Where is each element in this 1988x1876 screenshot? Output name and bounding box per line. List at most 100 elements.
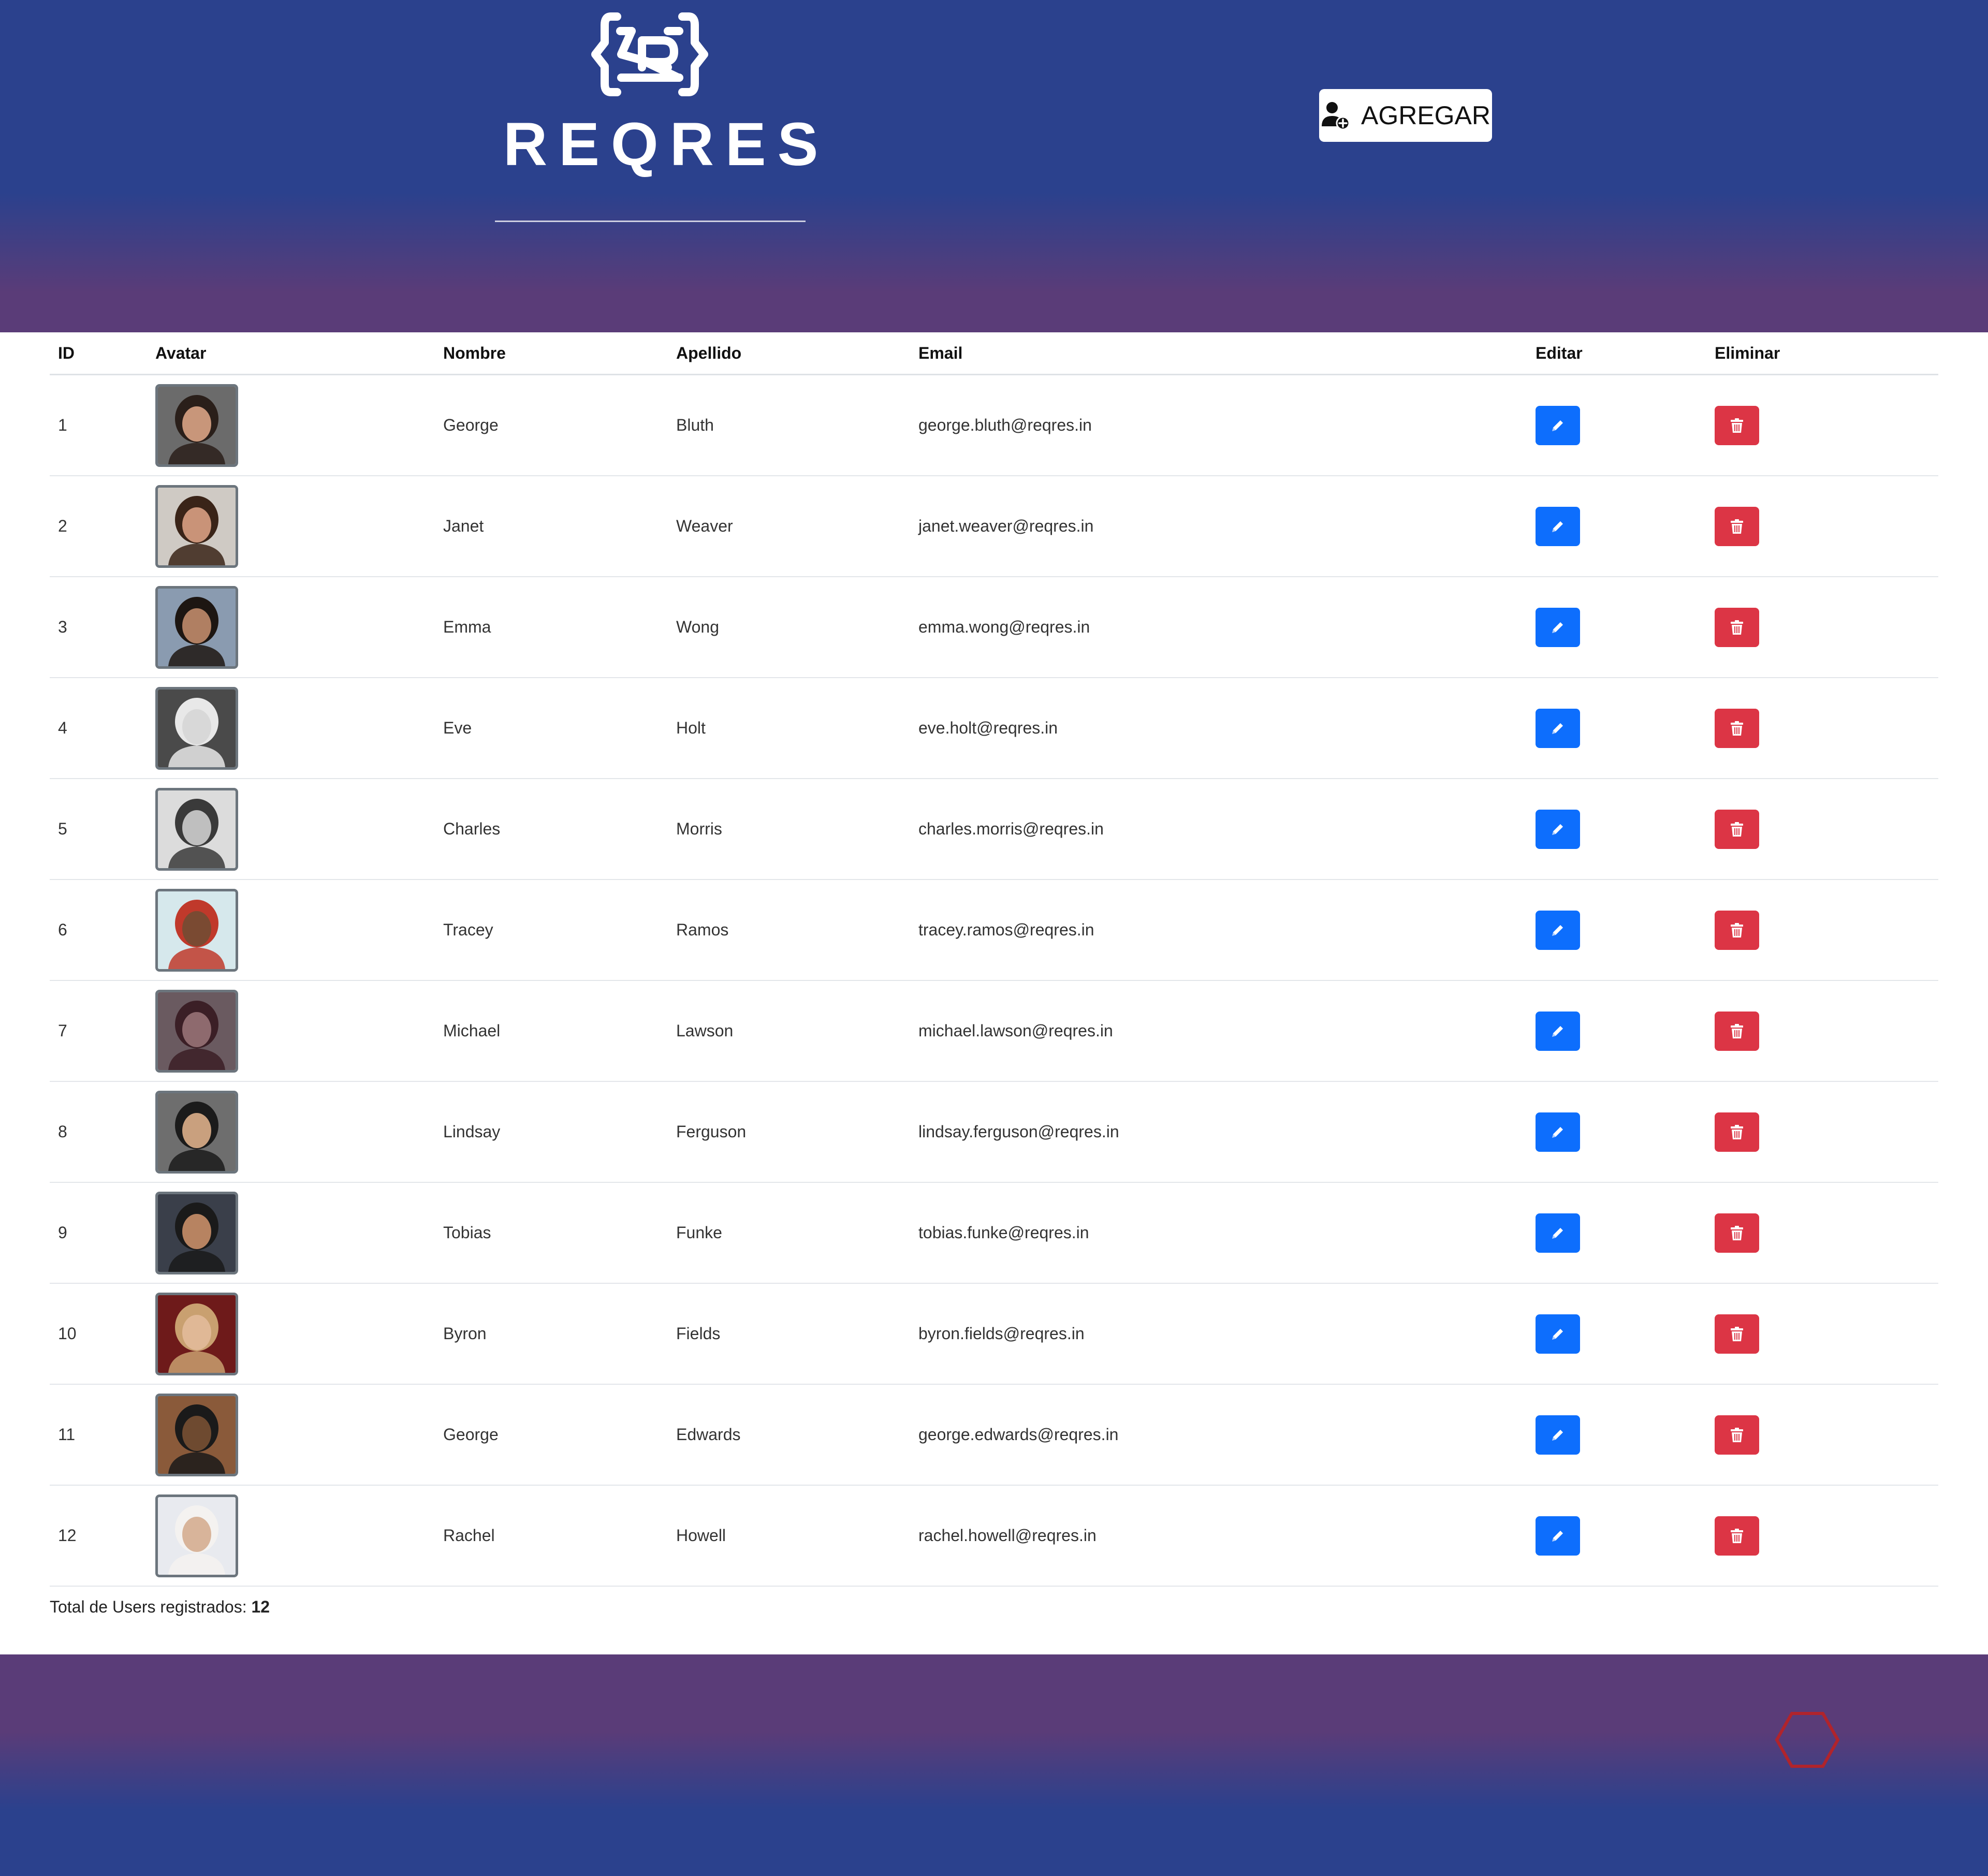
edit-button[interactable] bbox=[1536, 506, 1580, 546]
cell-edit bbox=[1527, 1182, 1706, 1284]
table-row: 6 Tracey Ramos tracey.ramos@reqres.in bbox=[50, 880, 1938, 981]
avatar bbox=[155, 1191, 238, 1274]
delete-button[interactable] bbox=[1715, 1011, 1759, 1051]
logo-text: REQRES bbox=[503, 110, 830, 179]
add-user-button-label: AGREGAR bbox=[1361, 101, 1491, 130]
cell-edit bbox=[1527, 1081, 1706, 1183]
column-header-apellido: Apellido bbox=[668, 332, 910, 375]
avatar bbox=[155, 384, 238, 467]
delete-button[interactable] bbox=[1715, 1112, 1759, 1152]
delete-button[interactable] bbox=[1715, 1213, 1759, 1253]
cell-last-name: Morris bbox=[668, 779, 910, 880]
cell-last-name: Wong bbox=[668, 577, 910, 678]
edit-button[interactable] bbox=[1536, 1516, 1580, 1556]
cell-last-name: Edwards bbox=[668, 1384, 910, 1486]
avatar-image bbox=[158, 588, 236, 666]
cell-edit bbox=[1527, 476, 1706, 577]
edit-button[interactable] bbox=[1536, 708, 1580, 748]
cell-edit bbox=[1527, 1384, 1706, 1486]
cell-delete bbox=[1706, 1182, 1938, 1284]
cell-first-name: Janet bbox=[435, 476, 668, 577]
cell-edit bbox=[1527, 880, 1706, 981]
cell-delete bbox=[1706, 678, 1938, 779]
table-row: 4 Eve Holt eve.holt@reqres.in bbox=[50, 678, 1938, 779]
pencil-icon bbox=[1552, 521, 1563, 532]
column-header-id: ID bbox=[50, 332, 147, 375]
edit-button[interactable] bbox=[1536, 405, 1580, 445]
trash-icon bbox=[1731, 1427, 1743, 1442]
cell-delete bbox=[1706, 779, 1938, 880]
total-users-count: 12 bbox=[251, 1597, 270, 1616]
edit-button[interactable] bbox=[1536, 607, 1580, 647]
cell-id: 4 bbox=[50, 678, 147, 779]
delete-button[interactable] bbox=[1715, 405, 1759, 445]
cell-first-name: Lindsay bbox=[435, 1081, 668, 1183]
cell-email: janet.weaver@reqres.in bbox=[910, 476, 1527, 577]
edit-button[interactable] bbox=[1536, 910, 1580, 950]
avatar bbox=[155, 1292, 238, 1375]
cell-email: michael.lawson@reqres.in bbox=[910, 980, 1527, 1082]
delete-button[interactable] bbox=[1715, 607, 1759, 647]
trash-icon bbox=[1731, 1023, 1743, 1038]
cell-delete bbox=[1706, 1283, 1938, 1385]
avatar bbox=[155, 485, 238, 568]
cell-email: lindsay.ferguson@reqres.in bbox=[910, 1081, 1527, 1183]
avatar bbox=[155, 585, 238, 669]
pencil-icon bbox=[1552, 723, 1563, 734]
delete-button[interactable] bbox=[1715, 708, 1759, 748]
avatar bbox=[155, 1393, 238, 1476]
table-row: 7 Michael Lawson michael.lawson@reqres.in bbox=[50, 980, 1938, 1082]
header-banner: REQRES AGREGAR bbox=[0, 0, 1988, 332]
cell-delete bbox=[1706, 1384, 1938, 1486]
pencil-icon bbox=[1552, 1227, 1563, 1239]
cell-avatar bbox=[147, 1485, 435, 1587]
table-row: 8 Lindsay Ferguson lindsay.ferguson@reqres.… bbox=[50, 1081, 1938, 1183]
cell-delete bbox=[1706, 1081, 1938, 1183]
add-user-button[interactable]: AGREGAR bbox=[1319, 89, 1492, 142]
cell-delete bbox=[1706, 980, 1938, 1082]
avatar bbox=[155, 686, 238, 770]
column-header-editar: Editar bbox=[1527, 332, 1706, 375]
cell-delete bbox=[1706, 880, 1938, 981]
edit-button[interactable] bbox=[1536, 1112, 1580, 1152]
delete-button[interactable] bbox=[1715, 1516, 1759, 1556]
avatar bbox=[155, 1090, 238, 1174]
pencil-icon bbox=[1552, 1025, 1563, 1037]
cell-id: 12 bbox=[50, 1485, 147, 1587]
delete-button[interactable] bbox=[1715, 1314, 1759, 1354]
edit-button[interactable] bbox=[1536, 1213, 1580, 1253]
delete-button[interactable] bbox=[1715, 506, 1759, 546]
users-table-container: ID Avatar Nombre Apellido Email Editar E… bbox=[50, 332, 1938, 1587]
cell-edit bbox=[1527, 577, 1706, 678]
cell-avatar bbox=[147, 980, 435, 1082]
delete-button[interactable] bbox=[1715, 910, 1759, 950]
table-row: 2 Janet Weaver janet.weaver@reqres.in bbox=[50, 476, 1938, 577]
cell-last-name: Funke bbox=[668, 1182, 910, 1284]
cell-first-name: Emma bbox=[435, 577, 668, 678]
cell-first-name: Eve bbox=[435, 678, 668, 779]
cell-first-name: Charles bbox=[435, 779, 668, 880]
cell-first-name: Tobias bbox=[435, 1182, 668, 1284]
cell-first-name: George bbox=[435, 374, 668, 476]
pencil-icon bbox=[1552, 622, 1563, 633]
cell-email: george.bluth@reqres.in bbox=[910, 374, 1527, 476]
cell-delete bbox=[1706, 476, 1938, 577]
cell-first-name: Michael bbox=[435, 980, 668, 1082]
avatar-image bbox=[158, 1396, 236, 1474]
avatar-image bbox=[158, 1194, 236, 1272]
trash-icon bbox=[1731, 822, 1743, 837]
delete-button[interactable] bbox=[1715, 1415, 1759, 1455]
edit-button[interactable] bbox=[1536, 1314, 1580, 1354]
cell-id: 9 bbox=[50, 1182, 147, 1284]
cell-edit bbox=[1527, 1485, 1706, 1587]
cell-email: byron.fields@reqres.in bbox=[910, 1283, 1527, 1385]
reqres-logo-mark-icon bbox=[591, 12, 708, 96]
edit-button[interactable] bbox=[1536, 1011, 1580, 1051]
delete-button[interactable] bbox=[1715, 809, 1759, 849]
edit-button[interactable] bbox=[1536, 809, 1580, 849]
trash-icon bbox=[1731, 1225, 1743, 1240]
cell-edit bbox=[1527, 374, 1706, 476]
cell-last-name: Ramos bbox=[668, 880, 910, 981]
edit-button[interactable] bbox=[1536, 1415, 1580, 1455]
table-row: 9 Tobias Funke tobias.funke@reqres.in bbox=[50, 1182, 1938, 1284]
